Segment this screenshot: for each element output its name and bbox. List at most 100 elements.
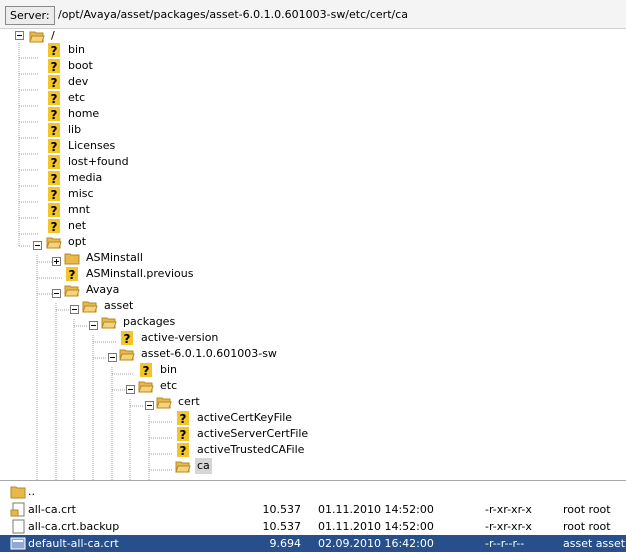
file-name: all-ca.crt — [28, 503, 76, 516]
unknown-file-icon: ? — [66, 267, 78, 282]
unknown-file-icon: ? — [177, 443, 189, 458]
svg-text:?: ? — [51, 140, 58, 154]
collapse-opt-toggle[interactable] — [33, 241, 42, 250]
file-name: all-ca.crt.backup — [28, 520, 120, 533]
certificate-file-icon — [10, 502, 25, 517]
file-permissions: -r--r--r-- — [485, 537, 525, 550]
tree-node-label: packages — [123, 315, 176, 328]
tree-node-label-selected: ca — [195, 458, 212, 474]
unknown-file-icon: ? — [121, 331, 133, 346]
svg-text:?: ? — [143, 364, 150, 378]
collapse-root-toggle[interactable] — [15, 31, 24, 40]
folder-open-icon — [138, 381, 154, 393]
file-date: 02.09.2010 16:42:00 — [318, 537, 434, 550]
tree-node-label: bin — [68, 43, 86, 56]
collapse-etc-toggle[interactable] — [126, 385, 135, 394]
file-date: 01.11.2010 14:52:00 — [318, 520, 434, 533]
svg-text:?: ? — [51, 108, 58, 122]
collapse-cert-toggle[interactable] — [145, 401, 154, 410]
svg-text:?: ? — [51, 76, 58, 90]
folder-open-icon — [119, 349, 135, 361]
tree-node-label: net — [68, 219, 87, 232]
collapse-avaya-toggle[interactable] — [52, 289, 61, 298]
svg-text:?: ? — [51, 92, 58, 106]
file-permissions: -r-xr-xr-x — [485, 520, 532, 533]
tree-node-label: media — [68, 171, 103, 184]
tree-node-label: asset — [104, 299, 134, 312]
unknown-file-icon: ? — [48, 107, 60, 122]
unknown-file-icon: ? — [48, 123, 60, 138]
unknown-file-icon: ? — [48, 75, 60, 90]
file-name: default-all-ca.crt — [28, 537, 119, 550]
tree-node-label: opt — [68, 235, 87, 248]
tree-node-label: misc — [68, 187, 94, 200]
expand-asminstall-toggle[interactable] — [52, 257, 61, 266]
folder-open-icon — [175, 461, 191, 473]
svg-text:?: ? — [51, 124, 58, 138]
svg-text:?: ? — [69, 268, 76, 282]
collapse-packages-toggle[interactable] — [89, 321, 98, 330]
unknown-file-icon: ? — [48, 139, 60, 154]
file-owner: root root — [563, 503, 611, 516]
tree-node-label: bin — [160, 363, 178, 376]
file-date: 01.11.2010 14:52:00 — [318, 503, 434, 516]
unknown-file-icon: ? — [48, 203, 60, 218]
folder-icon — [64, 253, 80, 265]
tree-node-label: active-version — [141, 331, 219, 344]
folder-open-icon — [82, 301, 98, 313]
file-row[interactable]: all-ca.crt 10.537 01.11.2010 14:52:00 -r… — [0, 501, 626, 518]
svg-text:?: ? — [51, 220, 58, 234]
file-owner: root root — [563, 520, 611, 533]
collapse-asset-sw-toggle[interactable] — [108, 353, 117, 362]
svg-text:?: ? — [51, 44, 58, 58]
unknown-file-icon: ? — [177, 411, 189, 426]
parent-folder-icon — [10, 486, 26, 499]
server-path: /opt/Avaya/asset/packages/asset-6.0.1.0.… — [58, 8, 408, 21]
tree-node-label: home — [68, 107, 100, 120]
svg-text:?: ? — [51, 156, 58, 170]
file-list[interactable]: .. all-ca.crt 10.537 01.11.2010 14:52:00… — [0, 481, 626, 552]
unknown-file-icon: ? — [48, 59, 60, 74]
folder-open-icon — [101, 317, 117, 329]
tree-node-label: cert — [178, 395, 200, 408]
file-permissions: -r-xr-xr-x — [485, 503, 532, 516]
tree-node-label: boot — [68, 59, 93, 72]
tree-node-label: ASMinstall.previous — [86, 267, 194, 280]
tree-node-label: dev — [68, 75, 89, 88]
tree-node-label: activeTrustedCAFile — [197, 443, 305, 456]
blank-file-icon — [12, 519, 25, 534]
svg-text:?: ? — [51, 172, 58, 186]
server-label: Server: — [5, 6, 55, 25]
folder-open-icon — [46, 237, 62, 249]
directory-tree[interactable]: / ? bin ? boot ? dev ? etc ? home ? lib ? Licen… — [0, 29, 626, 481]
svg-text:?: ? — [180, 444, 187, 458]
file-row-selected[interactable]: default-all-ca.crt 9.694 02.09.2010 16:4… — [0, 535, 626, 552]
svg-text:?: ? — [51, 188, 58, 202]
tree-node-label: ASMinstall — [86, 251, 143, 264]
svg-text:?: ? — [51, 204, 58, 218]
folder-open-icon — [64, 285, 80, 297]
svg-text:?: ? — [124, 332, 131, 346]
unknown-file-icon: ? — [177, 427, 189, 442]
svg-text:?: ? — [180, 428, 187, 442]
tree-node-label: asset-6.0.1.0.601003-sw — [141, 347, 277, 360]
collapse-asset-toggle[interactable] — [70, 305, 79, 314]
unknown-file-icon: ? — [48, 171, 60, 186]
file-size: 10.537 — [262, 520, 302, 533]
folder-open-icon — [156, 397, 172, 409]
tree-node-label: mnt — [68, 203, 90, 216]
folder-open-icon — [29, 31, 45, 43]
unknown-file-icon: ? — [48, 155, 60, 170]
tree-node-label: etc — [68, 91, 86, 104]
file-row[interactable]: all-ca.crt.backup 10.537 01.11.2010 14:5… — [0, 518, 626, 535]
unknown-file-icon: ? — [48, 219, 60, 234]
tree-node-label: activeServerCertFile — [197, 427, 309, 440]
file-size: 9.694 — [269, 537, 302, 550]
svg-text:?: ? — [51, 60, 58, 74]
file-row-parent[interactable]: .. — [0, 483, 626, 500]
certificate-file-icon — [10, 537, 26, 550]
tree-node-label: activeCertKeyFile — [197, 411, 293, 424]
unknown-file-icon: ? — [48, 43, 60, 58]
unknown-file-icon: ? — [140, 363, 152, 378]
tree-node-label: Avaya — [86, 283, 120, 296]
